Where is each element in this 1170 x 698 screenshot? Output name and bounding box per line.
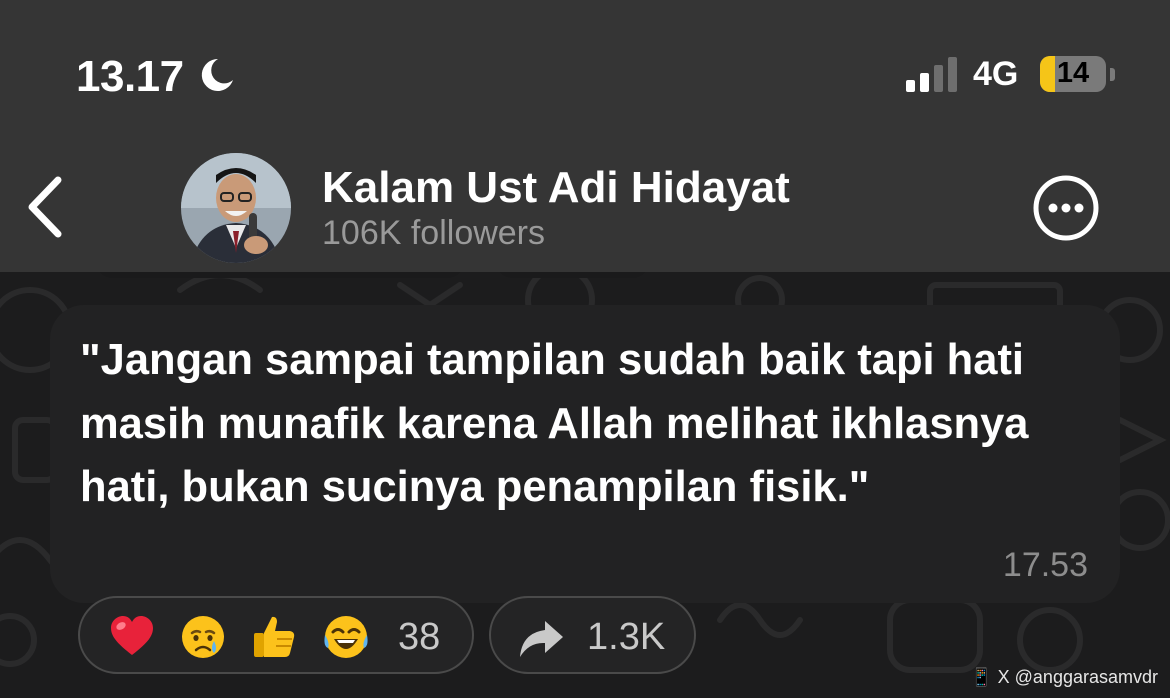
heart-icon [111,616,153,655]
battery-icon: 14 [1040,56,1106,92]
reaction-count: 38 [398,616,441,658]
network-label: 4G [973,55,1019,93]
channel-name[interactable]: Kalam Ust Adi Hidayat [322,163,790,213]
share-arrow-icon [520,621,563,657]
channel-avatar[interactable] [181,153,291,263]
phone-icon: 📱 [970,667,993,687]
forward-count: 1.3K [587,616,666,658]
back-icon[interactable] [22,172,72,242]
follower-count: 106K followers [322,214,546,252]
watermark: 📱 X @anggarasamvdr [970,667,1158,688]
battery-nub [1110,68,1115,81]
message-text: "Jangan sampai tampilan sudah baik tapi … [80,336,1029,511]
moon-icon [201,58,233,91]
avatar-image [181,153,291,263]
crying-face-icon [182,616,224,658]
header-bar: 13.17 4G 14 Kalam Ust Adi Hidayat 106K f… [0,0,1170,272]
status-time: 13.17 [76,52,184,101]
thumbs-up-icon [254,616,295,657]
battery-percent: 14 [1056,57,1090,89]
message-bubble[interactable]: "Jangan sampai tampilan sudah baik tapi … [50,305,1120,603]
more-options-icon[interactable] [1032,174,1100,242]
watermark-text: X @anggarasamvdr [997,667,1158,687]
forward-pill[interactable]: 1.3K [489,596,696,674]
message-time: 17.53 [1002,546,1088,584]
reactions-pill[interactable]: 38 [78,596,474,674]
signal-icon [906,57,957,92]
tears-of-joy-icon [324,616,368,658]
